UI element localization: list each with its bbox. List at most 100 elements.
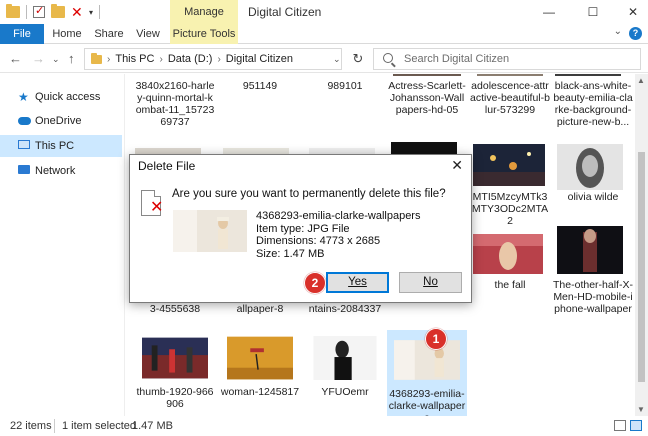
chevron-down-icon[interactable]: ⌄ bbox=[333, 54, 341, 65]
sidebar-item-label: Quick access bbox=[35, 91, 101, 103]
large-icons-view-icon[interactable] bbox=[630, 420, 642, 431]
selection-status: 1 item selected bbox=[62, 420, 136, 432]
minimize-button[interactable]: — bbox=[534, 0, 564, 24]
scroll-down-icon[interactable]: ▼ bbox=[637, 405, 645, 414]
file-name: allpaper-8 bbox=[236, 303, 284, 315]
forward-arrow-icon[interactable]: → bbox=[32, 51, 45, 66]
file-name: olivia wilde bbox=[567, 191, 619, 203]
dialog-body: ✕ Are you sure you want to permanently d… bbox=[130, 180, 471, 302]
chevron-down-icon[interactable]: ⌄ bbox=[614, 26, 622, 37]
sidebar-item-label: This PC bbox=[35, 140, 75, 152]
folder-icon[interactable] bbox=[6, 4, 20, 18]
file-type: Item type: JPG File bbox=[256, 222, 350, 235]
file-name: ntains-2084337 bbox=[308, 303, 382, 315]
file-name: The-other-half-X-Men-HD-mobile-iphone-wa… bbox=[553, 279, 633, 315]
file-item[interactable]: 989101 bbox=[305, 80, 385, 92]
network-icon bbox=[18, 165, 30, 174]
help-icon[interactable]: ? bbox=[629, 27, 642, 40]
sidebar-item-network[interactable]: Network bbox=[0, 160, 122, 182]
computer-icon bbox=[18, 140, 30, 149]
tab-share[interactable]: Share bbox=[90, 24, 128, 44]
breadcrumb-data-drive[interactable]: Data (D:) bbox=[168, 53, 213, 65]
thumbnail-image bbox=[227, 336, 293, 380]
file-name: 4368293-emilia-clarke-wallpapers bbox=[388, 388, 466, 416]
tab-picture-tools[interactable]: Picture Tools bbox=[170, 24, 238, 44]
tab-home[interactable]: Home bbox=[48, 24, 86, 44]
file-name: 3840x2160-harley-quinn-mortal-kombat-11_… bbox=[135, 80, 215, 128]
properties-icon[interactable] bbox=[33, 4, 45, 18]
file-name: YFUOemr bbox=[321, 386, 369, 398]
address-field[interactable]: › This PC › Data (D:) › Digital Citizen bbox=[84, 48, 342, 70]
manage-tab[interactable]: Manage bbox=[170, 0, 238, 24]
delete-x-icon: ✕ bbox=[150, 199, 164, 216]
close-window-button[interactable]: ✕ bbox=[618, 0, 648, 24]
item-count: 22 items bbox=[10, 420, 52, 432]
chevron-down-icon[interactable]: ▾ bbox=[89, 8, 93, 17]
toolbar-divider bbox=[99, 5, 101, 19]
file-name: adolescence-attractive-beautiful-blur-57… bbox=[470, 80, 550, 116]
vertical-scrollbar[interactable]: ▲ ▼ bbox=[635, 74, 648, 416]
step-badge: 1 bbox=[425, 328, 447, 350]
file-item[interactable]: Actress-Scarlett-Johansson-Wallpapers-hd… bbox=[387, 80, 467, 116]
file-item[interactable]: 951149 bbox=[220, 80, 300, 92]
delete-file-dialog: Delete File ✕ ✕ Are you sure you want to… bbox=[129, 154, 472, 303]
yes-button-label: Yes bbox=[348, 276, 367, 288]
up-arrow-icon[interactable]: ↑ bbox=[68, 51, 75, 66]
sidebar-item-onedrive[interactable]: OneDrive bbox=[0, 110, 122, 132]
file-details: 4368293-emilia-clarke-wallpapers Item ty… bbox=[256, 210, 420, 260]
delete-icon[interactable]: ✕ bbox=[71, 5, 83, 19]
close-icon[interactable]: ✕ bbox=[451, 157, 463, 174]
cloud-icon bbox=[18, 117, 31, 125]
yes-button[interactable]: Yes bbox=[326, 272, 389, 293]
chevron-down-icon[interactable]: ⌄ bbox=[52, 54, 60, 65]
thumbnail-image bbox=[473, 144, 545, 186]
file-name: thumb-1920-966906 bbox=[136, 386, 214, 410]
file-item[interactable]: woman-1245817 bbox=[220, 336, 300, 398]
navigation-pane: ★ Quick access OneDrive This PC Network bbox=[0, 74, 125, 416]
scrollbar-thumb[interactable] bbox=[638, 152, 645, 382]
dialog-question: Are you sure you want to permanently del… bbox=[172, 188, 446, 200]
file-item[interactable]: 3-4555638 bbox=[135, 303, 215, 315]
file-item[interactable]: adolescence-attractive-beautiful-blur-57… bbox=[470, 80, 550, 116]
file-item[interactable]: MTI5MzcyMTk3MTY3ODc2MTA2 bbox=[470, 191, 550, 227]
file-dimensions: Dimensions: 4773 x 2685 bbox=[256, 235, 381, 247]
thumbnail-image bbox=[473, 234, 543, 274]
file-item[interactable]: black-ans-white-beauty-emilia-clarke-bac… bbox=[553, 80, 633, 128]
details-view-icon[interactable] bbox=[614, 420, 626, 431]
breadcrumb-digital-citizen[interactable]: Digital Citizen bbox=[226, 53, 293, 65]
file-item[interactable]: olivia wilde bbox=[553, 191, 633, 203]
file-item[interactable]: 3840x2160-harley-quinn-mortal-kombat-11_… bbox=[135, 80, 215, 128]
file-item[interactable]: allpaper-8 bbox=[220, 303, 300, 315]
thumbnail-image bbox=[557, 226, 623, 274]
no-button[interactable]: No bbox=[399, 272, 462, 293]
tab-view[interactable]: View bbox=[132, 24, 164, 44]
tab-file[interactable]: File bbox=[0, 24, 44, 44]
status-divider bbox=[54, 419, 55, 433]
file-item[interactable]: ntains-2084337 bbox=[305, 303, 385, 315]
file-name: woman-1245817 bbox=[220, 386, 300, 398]
file-item[interactable]: the fall bbox=[470, 279, 550, 291]
dialog-title: Delete File bbox=[138, 159, 196, 173]
file-size: Size: 1.47 MB bbox=[256, 247, 325, 260]
breadcrumb-this-pc[interactable]: This PC bbox=[115, 53, 154, 65]
chevron-right-icon: › bbox=[107, 53, 111, 65]
thumbnail-image bbox=[142, 337, 208, 379]
maximize-button[interactable]: ☐ bbox=[578, 0, 608, 24]
title-bar: ✕ ▾ Manage Digital Citizen — ☐ ✕ bbox=[0, 0, 648, 24]
scroll-up-icon[interactable]: ▲ bbox=[637, 76, 645, 85]
sidebar-item-label: Network bbox=[35, 165, 76, 177]
sidebar-item-quick-access[interactable]: ★ Quick access bbox=[0, 86, 122, 108]
file-item[interactable]: The-other-half-X-Men-HD-mobile-iphone-wa… bbox=[553, 279, 633, 315]
new-folder-icon[interactable] bbox=[51, 4, 65, 18]
file-item[interactable]: thumb-1920-966906 bbox=[135, 336, 215, 410]
back-arrow-icon[interactable]: ← bbox=[9, 51, 22, 66]
no-button-label: No bbox=[423, 276, 438, 288]
sidebar-item-this-pc[interactable]: This PC bbox=[0, 135, 122, 157]
file-name: 989101 bbox=[327, 80, 363, 92]
thumbnail-image bbox=[555, 74, 621, 76]
file-name: 951149 bbox=[242, 80, 278, 92]
search-input[interactable]: Search Digital Citizen bbox=[373, 48, 641, 70]
refresh-icon[interactable]: ↻ bbox=[346, 48, 370, 70]
file-name: Actress-Scarlett-Johansson-Wallpapers-hd… bbox=[388, 80, 466, 116]
file-item[interactable]: YFUOemr bbox=[305, 336, 385, 398]
